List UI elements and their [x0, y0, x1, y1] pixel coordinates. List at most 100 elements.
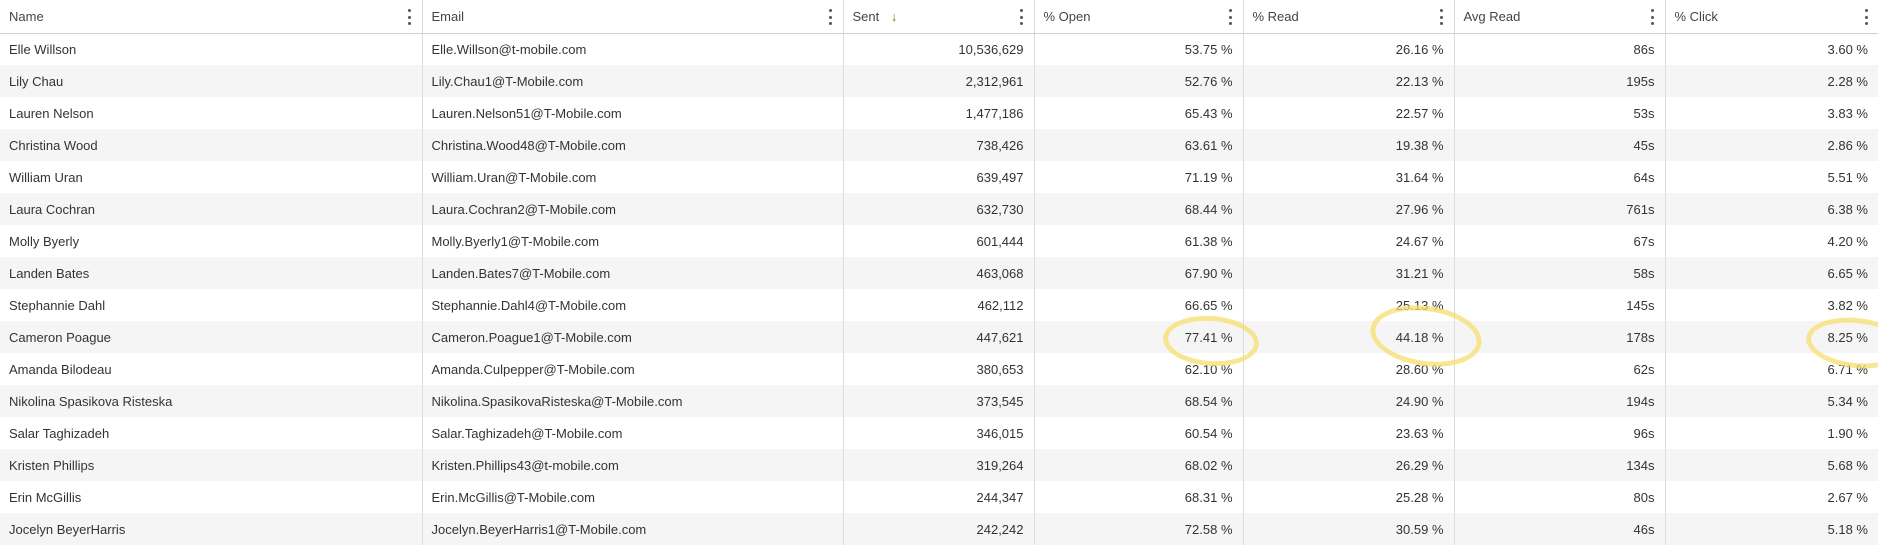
cell-avg-read: 194s	[1454, 385, 1666, 417]
cell-click: 6.38 %	[1665, 193, 1878, 225]
cell-click: 8.25 %	[1665, 321, 1878, 353]
cell-click: 5.18 %	[1665, 513, 1878, 545]
cell-open: 67.90 %	[1034, 257, 1244, 289]
table-row[interactable]: Laura Cochran Laura.Cochran2@T-Mobile.com…	[0, 193, 1878, 225]
cell-email: Nikolina.SpasikovaRisteska@T-Mobile.com	[422, 385, 844, 417]
table-row[interactable]: Nikolina Spasikova Risteska Nikolina.Spas…	[0, 385, 1878, 417]
cell-email: Erin.McGillis@T-Mobile.com	[422, 481, 844, 513]
cell-open: 65.43 %	[1034, 97, 1244, 129]
vertical-dots-icon[interactable]	[1440, 9, 1444, 25]
cell-click: 2.86 %	[1665, 129, 1878, 161]
cell-open: 72.58 %	[1034, 513, 1244, 545]
cell-name: Elle Willson	[0, 33, 423, 65]
cell-read: 26.16 %	[1243, 33, 1455, 65]
cell-avg-read: 178s	[1454, 321, 1666, 353]
cell-read: 30.59 %	[1243, 513, 1455, 545]
column-header-open[interactable]: % Open	[1034, 0, 1244, 34]
cell-avg-read: 62s	[1454, 353, 1666, 385]
cell-email: Cameron.Poague1@T-Mobile.com	[422, 321, 844, 353]
cell-sent: 242,242	[843, 513, 1035, 545]
table-row[interactable]: Cameron Poague Cameron.Poague1@T-Mobile.c…	[0, 321, 1878, 353]
cell-email: Lauren.Nelson51@T-Mobile.com	[422, 97, 844, 129]
cell-name: Erin McGillis	[0, 481, 423, 513]
table-row[interactable]: Stephannie Dahl Stephannie.Dahl4@T-Mobile…	[0, 289, 1878, 321]
cell-name: Nikolina Spasikova Risteska	[0, 385, 423, 417]
cell-email: Salar.Taghizadeh@T-Mobile.com	[422, 417, 844, 449]
column-header-avg-read[interactable]: Avg Read	[1454, 0, 1666, 34]
cell-read: 24.90 %	[1243, 385, 1455, 417]
cell-sent: 346,015	[843, 417, 1035, 449]
vertical-dots-icon[interactable]	[1229, 9, 1233, 25]
table-row[interactable]: Salar Taghizadeh Salar.Taghizadeh@T-Mobil…	[0, 417, 1878, 449]
column-header-sent[interactable]: Sent ↓	[843, 0, 1035, 34]
cell-click: 5.68 %	[1665, 449, 1878, 481]
cell-click: 6.65 %	[1665, 257, 1878, 289]
cell-email: William.Uran@T-Mobile.com	[422, 161, 844, 193]
arrow-down-icon: ↓	[890, 8, 898, 24]
cell-email: Amanda.Culpepper@T-Mobile.com	[422, 353, 844, 385]
grid-header: Name Email Sent ↓ % Open % Read Avg Read…	[0, 0, 1878, 34]
cell-name: Jocelyn BeyerHarris	[0, 513, 423, 545]
table-row[interactable]: Lily Chau Lily.Chau1@T-Mobile.com 2,312,96…	[0, 65, 1878, 97]
vertical-dots-icon[interactable]	[829, 9, 833, 25]
vertical-dots-icon[interactable]	[1020, 9, 1024, 25]
table-row[interactable]: Amanda Bilodeau Amanda.Culpepper@T-Mobile…	[0, 353, 1878, 385]
cell-sent: 1,477,186	[843, 97, 1035, 129]
column-header-label: % Open	[1043, 8, 1091, 24]
cell-name: William Uran	[0, 161, 423, 193]
cell-read: 44.18 %	[1243, 321, 1455, 353]
column-header-label: Avg Read	[1463, 8, 1521, 24]
cell-open: 68.31 %	[1034, 481, 1244, 513]
cell-name: Christina Wood	[0, 129, 423, 161]
cell-name: Salar Taghizadeh	[0, 417, 423, 449]
cell-read: 31.21 %	[1243, 257, 1455, 289]
cell-open: 53.75 %	[1034, 33, 1244, 65]
column-header-email[interactable]: Email	[422, 0, 844, 34]
table-row[interactable]: Erin McGillis Erin.McGillis@T-Mobile.com 2…	[0, 481, 1878, 513]
cell-read: 26.29 %	[1243, 449, 1455, 481]
cell-open: 60.54 %	[1034, 417, 1244, 449]
cell-avg-read: 53s	[1454, 97, 1666, 129]
table-row[interactable]: Landen Bates Landen.Bates7@T-Mobile.com 46…	[0, 257, 1878, 289]
cell-open: 71.19 %	[1034, 161, 1244, 193]
vertical-dots-icon[interactable]	[1864, 9, 1868, 25]
cell-sent: 373,545	[843, 385, 1035, 417]
cell-sent: 639,497	[843, 161, 1035, 193]
table-row[interactable]: Kristen Phillips Kristen.Phillips43@t-mob…	[0, 449, 1878, 481]
column-header-label: Email	[431, 8, 465, 24]
cell-open: 61.38 %	[1034, 225, 1244, 257]
cell-email: Landen.Bates7@T-Mobile.com	[422, 257, 844, 289]
cell-avg-read: 64s	[1454, 161, 1666, 193]
table-row[interactable]: Jocelyn BeyerHarris Jocelyn.BeyerHarris1@…	[0, 513, 1878, 545]
column-header-click[interactable]: % Click	[1665, 0, 1878, 34]
table-row[interactable]: William Uran William.Uran@T-Mobile.com 639…	[0, 161, 1878, 193]
cell-avg-read: 67s	[1454, 225, 1666, 257]
table-row[interactable]: Christina Wood Christina.Wood48@T-Mobile.…	[0, 129, 1878, 161]
cell-click: 4.20 %	[1665, 225, 1878, 257]
column-header-label: % Click	[1674, 8, 1718, 24]
cell-read: 19.38 %	[1243, 129, 1455, 161]
cell-read: 23.63 %	[1243, 417, 1455, 449]
cell-open: 52.76 %	[1034, 65, 1244, 97]
table-row[interactable]: Elle Willson Elle.Willson@t-mobile.com 10,…	[0, 33, 1878, 65]
cell-click: 2.28 %	[1665, 65, 1878, 97]
cell-sent: 462,112	[843, 289, 1035, 321]
cell-sent: 319,264	[843, 449, 1035, 481]
vertical-dots-icon[interactable]	[1651, 9, 1655, 25]
grid-body: Elle Willson Elle.Willson@t-mobile.com 10,…	[0, 33, 1878, 545]
vertical-dots-icon[interactable]	[408, 9, 412, 25]
column-header-label: Name	[9, 8, 44, 24]
cell-avg-read: 46s	[1454, 513, 1666, 545]
cell-read: 25.28 %	[1243, 481, 1455, 513]
table-row[interactable]: Molly Byerly Molly.Byerly1@T-Mobile.com 60…	[0, 225, 1878, 257]
column-header-read[interactable]: % Read	[1243, 0, 1455, 34]
cell-sent: 380,653	[843, 353, 1035, 385]
table-row[interactable]: Lauren Nelson Lauren.Nelson51@T-Mobile.co…	[0, 97, 1878, 129]
cell-avg-read: 145s	[1454, 289, 1666, 321]
cell-open: 68.54 %	[1034, 385, 1244, 417]
cell-read: 22.13 %	[1243, 65, 1455, 97]
cell-avg-read: 134s	[1454, 449, 1666, 481]
cell-avg-read: 45s	[1454, 129, 1666, 161]
cell-read: 27.96 %	[1243, 193, 1455, 225]
column-header-name[interactable]: Name	[0, 0, 423, 34]
